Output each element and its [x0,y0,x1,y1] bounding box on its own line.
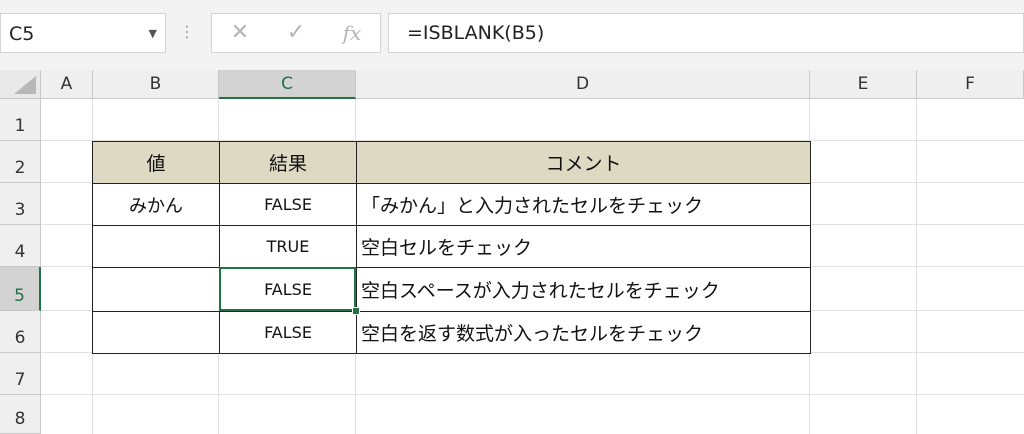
table-cell-comment[interactable]: 「みかん」と入力されたセルをチェック [356,183,811,226]
insert-function-icon[interactable]: fx [332,14,372,52]
row-header-5[interactable]: 5 [0,267,41,311]
row-header-6[interactable]: 6 [0,311,41,353]
select-all-button[interactable] [0,70,41,99]
row-header-4[interactable]: 4 [0,225,41,267]
header-cell-value[interactable]: 値 [92,141,220,184]
table-cell-result[interactable]: TRUE [219,225,357,268]
row-header-2[interactable]: 2 [0,141,41,183]
column-header-f[interactable]: F [917,70,1024,99]
row-header-7[interactable]: 7 [0,353,41,395]
column-header-c[interactable]: C [219,70,356,99]
table-cell-value[interactable] [92,311,220,354]
column-header-e[interactable]: E [810,70,917,99]
header-cell-result[interactable]: 結果 [219,141,357,184]
table-cell-comment[interactable]: 空白セルをチェック [356,225,811,268]
table-cell-comment[interactable]: 空白スペースが入力されたセルをチェック [356,267,811,312]
cancel-icon[interactable]: ✕ [220,14,260,52]
formula-bar-area: C5 ▼ ⋮ ✕ ✓ fx =ISBLANK(B5) [0,0,1024,70]
more-options-icon[interactable]: ⋮ [179,20,195,44]
enter-icon[interactable]: ✓ [276,14,316,52]
row-header-3[interactable]: 3 [0,183,41,225]
formula-buttons: ✕ ✓ fx [211,13,381,53]
table-cell-value[interactable] [92,267,220,312]
fill-handle[interactable] [352,307,360,315]
table-cell-result[interactable]: FALSE [219,311,357,354]
column-header-a[interactable]: A [41,70,93,99]
table-cell-value[interactable]: みかん [92,183,220,226]
table-cell-comment[interactable]: 空白を返す数式が入ったセルをチェック [356,311,811,354]
table-cell-result[interactable]: FALSE [219,267,357,312]
table-cell-result[interactable]: FALSE [219,183,357,226]
name-box-value: C5 [9,23,35,45]
column-header-d[interactable]: D [356,70,810,99]
formula-input[interactable]: =ISBLANK(B5) [388,13,1024,53]
chevron-down-icon[interactable]: ▼ [149,14,157,54]
table-cell-value[interactable] [92,225,220,268]
worksheet-grid[interactable]: A B C D E F 1 2 3 4 5 6 7 8 値 結果 コメント みか… [0,70,1024,434]
row-header-8[interactable]: 8 [0,395,41,434]
gridline [41,394,1024,395]
header-cell-comment[interactable]: コメント [356,141,811,184]
name-box[interactable]: C5 ▼ [0,13,166,53]
column-header-b[interactable]: B [93,70,219,99]
row-header-1[interactable]: 1 [0,99,41,141]
